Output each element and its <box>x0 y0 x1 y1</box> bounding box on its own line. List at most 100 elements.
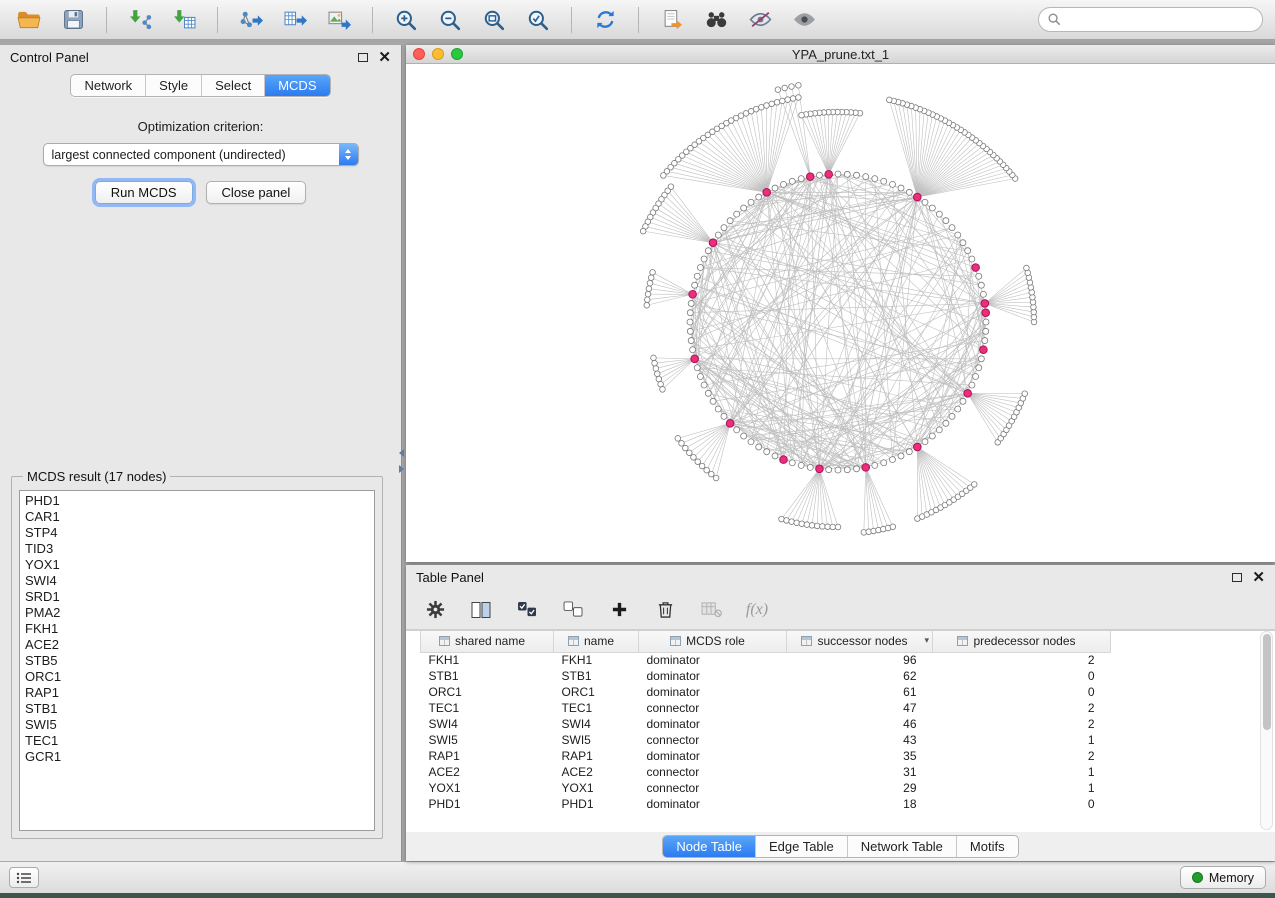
column-header-mcds-role[interactable]: MCDS role <box>639 631 787 652</box>
export-table-button[interactable] <box>278 5 312 35</box>
mcds-result-group: MCDS result (17 nodes) PHD1CAR1STP4TID3Y… <box>11 469 383 839</box>
mcds-result-item[interactable]: TEC1 <box>20 733 374 749</box>
select-all-button[interactable] <box>514 595 540 625</box>
window-zoom-button[interactable] <box>451 48 463 60</box>
deselect-all-button[interactable] <box>560 595 586 625</box>
close-panel-icon[interactable]: ✕ <box>378 50 391 65</box>
zoom-out-button[interactable] <box>433 5 467 35</box>
window-minimize-button[interactable] <box>432 48 444 60</box>
import-network-button[interactable] <box>123 5 157 35</box>
delete-table-icon <box>701 601 722 618</box>
table-row[interactable]: SWI5SWI5connector431 <box>421 732 1111 748</box>
table-row[interactable]: PHD1PHD1dominator180 <box>421 796 1111 812</box>
share-document-button[interactable] <box>655 5 689 35</box>
mcds-result-item[interactable]: ACE2 <box>20 637 374 653</box>
graphics-details-button[interactable] <box>743 5 777 35</box>
mcds-result-item[interactable]: STB5 <box>20 653 374 669</box>
show-hide-button[interactable] <box>787 5 821 35</box>
search-input[interactable] <box>1067 12 1253 27</box>
node-table-body: FKH1FKH1dominator962STB1STB1dominator620… <box>421 652 1111 812</box>
mcds-result-item[interactable]: PMA2 <box>20 605 374 621</box>
table-row[interactable]: TEC1TEC1connector472 <box>421 700 1111 716</box>
mcds-result-list[interactable]: PHD1CAR1STP4TID3YOX1SWI4SRD1PMA2FKH1ACE2… <box>19 490 375 831</box>
mcds-result-item[interactable]: ORC1 <box>20 669 374 685</box>
table-row[interactable]: STB1STB1dominator620 <box>421 668 1111 684</box>
console-button[interactable] <box>9 867 39 888</box>
mcds-result-item[interactable]: TID3 <box>20 541 374 557</box>
toolbar-separator <box>571 7 572 33</box>
close-panel-button[interactable]: Close panel <box>206 181 307 204</box>
table-scrollbar[interactable] <box>1260 631 1273 830</box>
table-settings-button[interactable] <box>422 595 448 625</box>
zoom-in-button[interactable] <box>389 5 423 35</box>
mcds-result-item[interactable]: STB1 <box>20 701 374 717</box>
zoom-fit-button[interactable] <box>477 5 511 35</box>
run-mcds-button[interactable]: Run MCDS <box>95 181 193 204</box>
table-toolbar: f(x) <box>406 590 1275 630</box>
mcds-result-item[interactable]: STP4 <box>20 525 374 541</box>
table-scrollbar-thumb[interactable] <box>1263 634 1271 730</box>
tab-network[interactable]: Network <box>71 75 145 96</box>
table-panel-title: Table Panel <box>416 570 1232 585</box>
mcds-result-item[interactable]: SWI5 <box>20 717 374 733</box>
function-builder-button[interactable]: f(x) <box>744 595 770 625</box>
network-canvas[interactable] <box>406 64 1275 562</box>
mcds-result-item[interactable]: FKH1 <box>20 621 374 637</box>
mcds-result-item[interactable]: SRD1 <box>20 589 374 605</box>
main-toolbar <box>0 0 1275 40</box>
export-image-button[interactable] <box>322 5 356 35</box>
show-columns-button[interactable] <box>468 595 494 625</box>
search-box[interactable] <box>1038 7 1263 32</box>
tab-mcds[interactable]: MCDS <box>264 75 329 96</box>
float-table-panel-icon[interactable] <box>1232 570 1242 585</box>
control-panel-title: Control Panel <box>10 50 358 65</box>
table-row[interactable]: FKH1FKH1dominator962 <box>421 652 1111 668</box>
open-session-button[interactable] <box>12 5 46 35</box>
collapse-left-icon[interactable] <box>399 449 404 457</box>
criterion-dropdown[interactable]: largest connected component (undirected) <box>43 143 359 166</box>
tab-select[interactable]: Select <box>201 75 264 96</box>
refresh-layout-button[interactable] <box>588 5 622 35</box>
mcds-result-item[interactable]: CAR1 <box>20 509 374 525</box>
mcds-result-item[interactable]: GCR1 <box>20 749 374 765</box>
column-type-icon <box>957 636 968 646</box>
plus-icon <box>611 601 628 618</box>
deselect-all-icon <box>563 601 584 618</box>
delete-table-button-disabled[interactable] <box>698 595 724 625</box>
memory-button[interactable]: Memory <box>1180 866 1266 889</box>
add-column-button[interactable] <box>606 595 632 625</box>
mcds-result-item[interactable]: RAP1 <box>20 685 374 701</box>
save-session-button[interactable] <box>56 5 90 35</box>
delete-column-button[interactable] <box>652 595 678 625</box>
table-row[interactable]: SWI4SWI4dominator462 <box>421 716 1111 732</box>
expand-right-icon[interactable] <box>399 465 404 473</box>
window-close-button[interactable] <box>413 48 425 60</box>
tab-node-table[interactable]: Node Table <box>663 836 755 857</box>
table-row[interactable]: YOX1YOX1connector291 <box>421 780 1111 796</box>
zoom-selected-button[interactable] <box>521 5 555 35</box>
mcds-result-item[interactable]: PHD1 <box>20 493 374 509</box>
table-row[interactable]: ORC1ORC1dominator610 <box>421 684 1111 700</box>
panel-splitter[interactable] <box>396 438 406 484</box>
mcds-result-item[interactable]: SWI4 <box>20 573 374 589</box>
export-network-button[interactable] <box>234 5 268 35</box>
tab-style[interactable]: Style <box>145 75 201 96</box>
binoculars-icon <box>705 10 728 29</box>
column-header-name[interactable]: name <box>554 631 639 652</box>
workspace: Control Panel ✕ Network Style Select MCD… <box>0 40 1275 861</box>
column-header-shared-name[interactable]: shared name <box>421 631 554 652</box>
float-panel-icon[interactable] <box>358 50 368 65</box>
column-header-predecessor-nodes[interactable]: predecessor nodes <box>933 631 1111 652</box>
table-panel: Table Panel ✕ <box>406 565 1275 861</box>
sort-caret-icon[interactable]: ▾ <box>924 635 929 646</box>
search-network-button[interactable] <box>699 5 733 35</box>
tab-motifs[interactable]: Motifs <box>956 836 1018 857</box>
tab-edge-table[interactable]: Edge Table <box>755 836 847 857</box>
table-row[interactable]: RAP1RAP1dominator352 <box>421 748 1111 764</box>
import-table-button[interactable] <box>167 5 201 35</box>
mcds-result-item[interactable]: YOX1 <box>20 557 374 573</box>
table-row[interactable]: ACE2ACE2connector311 <box>421 764 1111 780</box>
column-header-successor-nodes[interactable]: successor nodes▾ <box>787 631 933 652</box>
tab-network-table[interactable]: Network Table <box>847 836 956 857</box>
close-table-panel-icon[interactable]: ✕ <box>1252 570 1265 585</box>
